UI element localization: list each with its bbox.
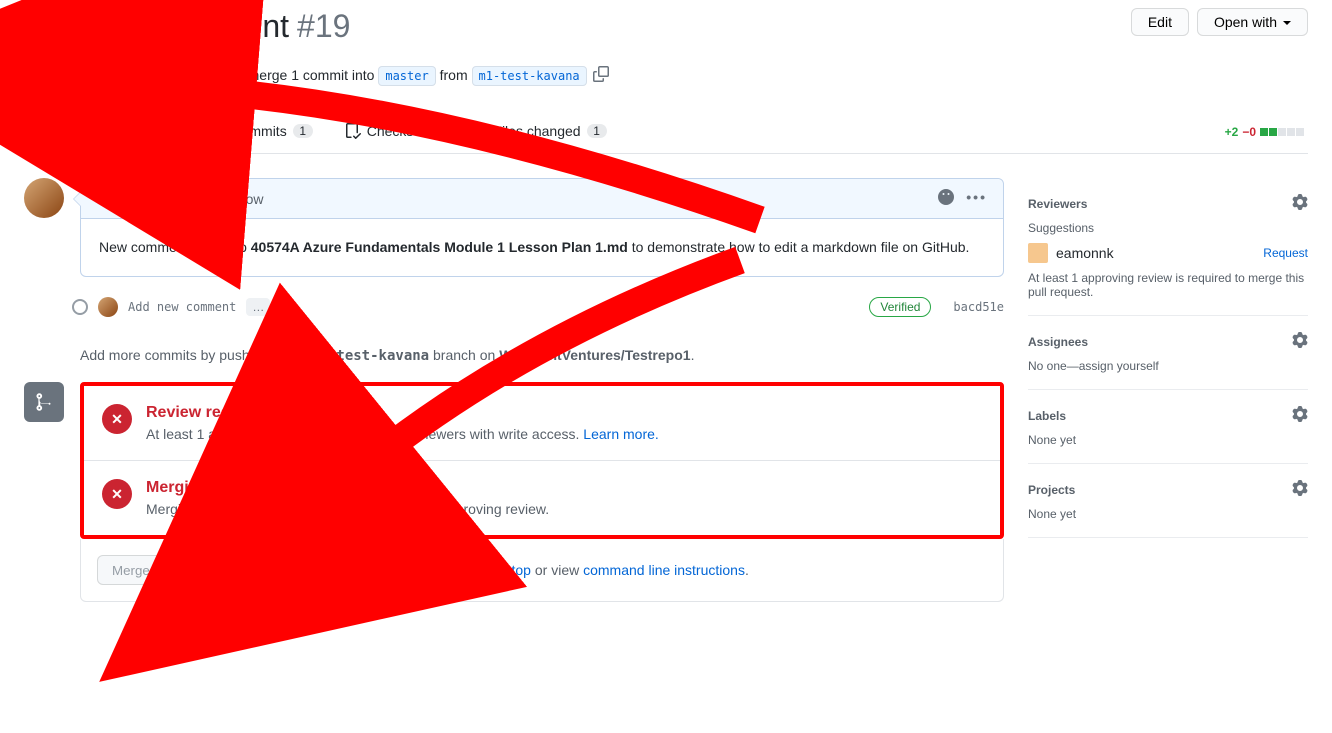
assignees-text: No one—assign yourself (1028, 359, 1308, 373)
reviewers-heading: Reviewers (1028, 197, 1087, 211)
checklist-icon (345, 123, 361, 139)
head-branch-tag[interactable]: m1-test-kavana (472, 66, 587, 86)
edit-button[interactable]: Edit (1131, 8, 1189, 36)
suggestions-label: Suggestions (1028, 221, 1308, 235)
merging-blocked-row: ✕ Merging is blocked Merging can be perf… (84, 461, 1000, 535)
projects-heading: Projects (1028, 483, 1075, 497)
pr-number: #19 (297, 8, 350, 45)
checks-count: 0 (419, 124, 439, 138)
projects-text: None yet (1028, 507, 1308, 521)
push-hint-text: Add more commits by pushing to the m1-te… (80, 347, 1004, 364)
author-avatar[interactable] (24, 178, 64, 218)
meta-text: mkavana wants to merge 1 commit into mas… (128, 67, 587, 83)
conversation-count: 0 (157, 124, 177, 138)
comment-header-text: mkavana commented now (97, 191, 264, 207)
merge-pull-request-button[interactable]: Merge pull request (97, 555, 237, 585)
merge-alt-text: You can also open this in GitHub Desktop… (273, 562, 749, 578)
cli-instructions-link[interactable]: command line instructions (583, 562, 745, 578)
open-with-button[interactable]: Open with (1197, 8, 1308, 36)
commit-author-avatar[interactable] (98, 297, 118, 317)
verified-badge[interactable]: Verified (869, 297, 931, 317)
files-count: 1 (587, 124, 607, 138)
tab-commits[interactable]: Commits 1 (193, 111, 328, 153)
kebab-menu-icon[interactable]: ••• (966, 189, 987, 208)
commit-ellipsis[interactable]: … (246, 298, 270, 316)
tab-checks[interactable]: Checks 0 (329, 111, 456, 153)
assignees-heading: Assignees (1028, 335, 1088, 349)
reviewers-note: At least 1 approving review is required … (1028, 271, 1308, 299)
x-circle-icon: ✕ (102, 404, 132, 434)
reviewers-gear-icon[interactable] (1292, 194, 1308, 213)
commit-dot-icon (72, 299, 88, 315)
review-required-row: ✕ Review required At least 1 approving r… (84, 386, 1000, 461)
pr-title: Add new comment (24, 8, 289, 45)
request-review-link[interactable]: Request (1263, 246, 1308, 260)
pull-request-icon (44, 67, 60, 83)
commit-timeline-item: Add new comment … Verified bacd51e (80, 297, 1004, 317)
open-desktop-link[interactable]: open this in GitHub Desktop (357, 562, 531, 578)
labels-heading: Labels (1028, 409, 1066, 423)
labels-gear-icon[interactable] (1292, 406, 1308, 425)
suggestion-user[interactable]: eamonnk (1056, 245, 1114, 261)
commit-icon (209, 123, 225, 139)
comment-body: New comment added to 40574A Azure Fundam… (81, 219, 1003, 276)
tab-files[interactable]: Files changed 1 (455, 111, 622, 153)
state-badge-open: Open (30, 61, 116, 89)
diff-stats: +2 −0 (1225, 125, 1308, 139)
assign-yourself-link[interactable]: assign yourself (1079, 359, 1159, 373)
annotation-highlight-open: Open (24, 55, 122, 95)
projects-gear-icon[interactable] (1292, 480, 1308, 499)
file-diff-icon (471, 123, 487, 139)
merge-status-icon (24, 382, 64, 422)
assignees-gear-icon[interactable] (1292, 332, 1308, 351)
commit-sha[interactable]: bacd51e (953, 300, 1004, 314)
copy-branch-icon[interactable] (593, 66, 609, 85)
emoji-react-icon[interactable] (938, 189, 954, 208)
suggestion-avatar[interactable] (1028, 243, 1048, 263)
comment-discussion-icon (40, 123, 56, 139)
pr-description-comment: mkavana commented now ••• New comment ad… (80, 178, 1004, 277)
tab-conversation[interactable]: Conversation 0 (24, 111, 193, 153)
commits-count: 1 (293, 124, 313, 138)
annotation-highlight-merge-panel: ✕ Review required At least 1 approving r… (80, 382, 1004, 539)
merge-dropdown-button[interactable]: ▾ (237, 555, 261, 585)
commit-message[interactable]: Add new comment (128, 300, 236, 314)
base-branch-tag[interactable]: master (378, 66, 435, 86)
labels-text: None yet (1028, 433, 1308, 447)
learn-more-link[interactable]: Learn more. (583, 426, 658, 442)
x-circle-icon: ✕ (102, 479, 132, 509)
